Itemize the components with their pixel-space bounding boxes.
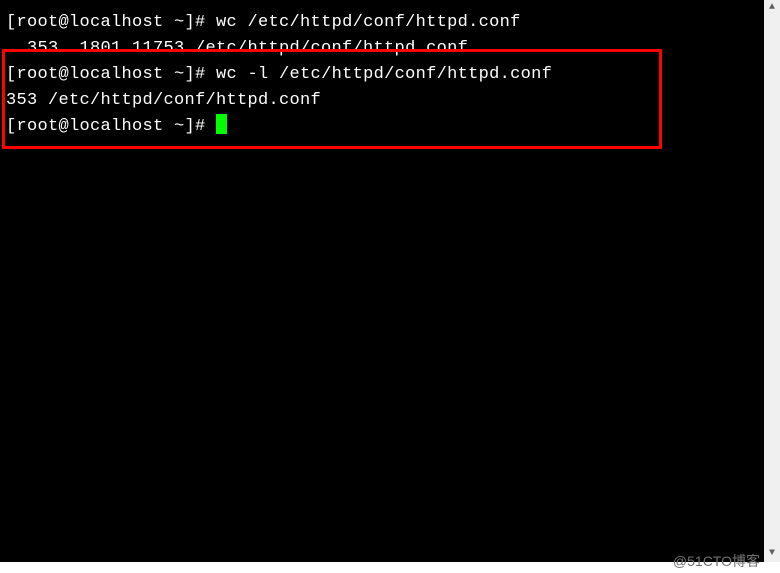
terminal-output: 353 1801 11753 /etc/httpd/conf/httpd.con… (6, 36, 758, 62)
shell-command: wc -l /etc/httpd/conf/httpd.conf (216, 65, 552, 84)
scroll-up-button[interactable]: ▲ (764, 0, 780, 16)
watermark-text: @51CTO博客 (673, 551, 760, 571)
scrollbar-track[interactable] (764, 0, 780, 562)
terminal-output: 353 /etc/httpd/conf/httpd.conf (6, 88, 758, 114)
shell-prompt: [root@localhost ~]# (6, 65, 216, 84)
shell-prompt: [root@localhost ~]# (6, 13, 216, 32)
terminal-line: [root@localhost ~]# wc -l /etc/httpd/con… (6, 62, 758, 88)
shell-command: wc /etc/httpd/conf/httpd.conf (216, 13, 521, 32)
cursor-icon (216, 114, 227, 134)
terminal-line: [root@localhost ~]# (6, 114, 758, 140)
terminal-window[interactable]: [root@localhost ~]# wc /etc/httpd/conf/h… (0, 0, 764, 562)
shell-prompt: [root@localhost ~]# (6, 117, 216, 136)
terminal-line: [root@localhost ~]# wc /etc/httpd/conf/h… (6, 10, 758, 36)
scroll-down-button[interactable]: ▼ (764, 546, 780, 562)
